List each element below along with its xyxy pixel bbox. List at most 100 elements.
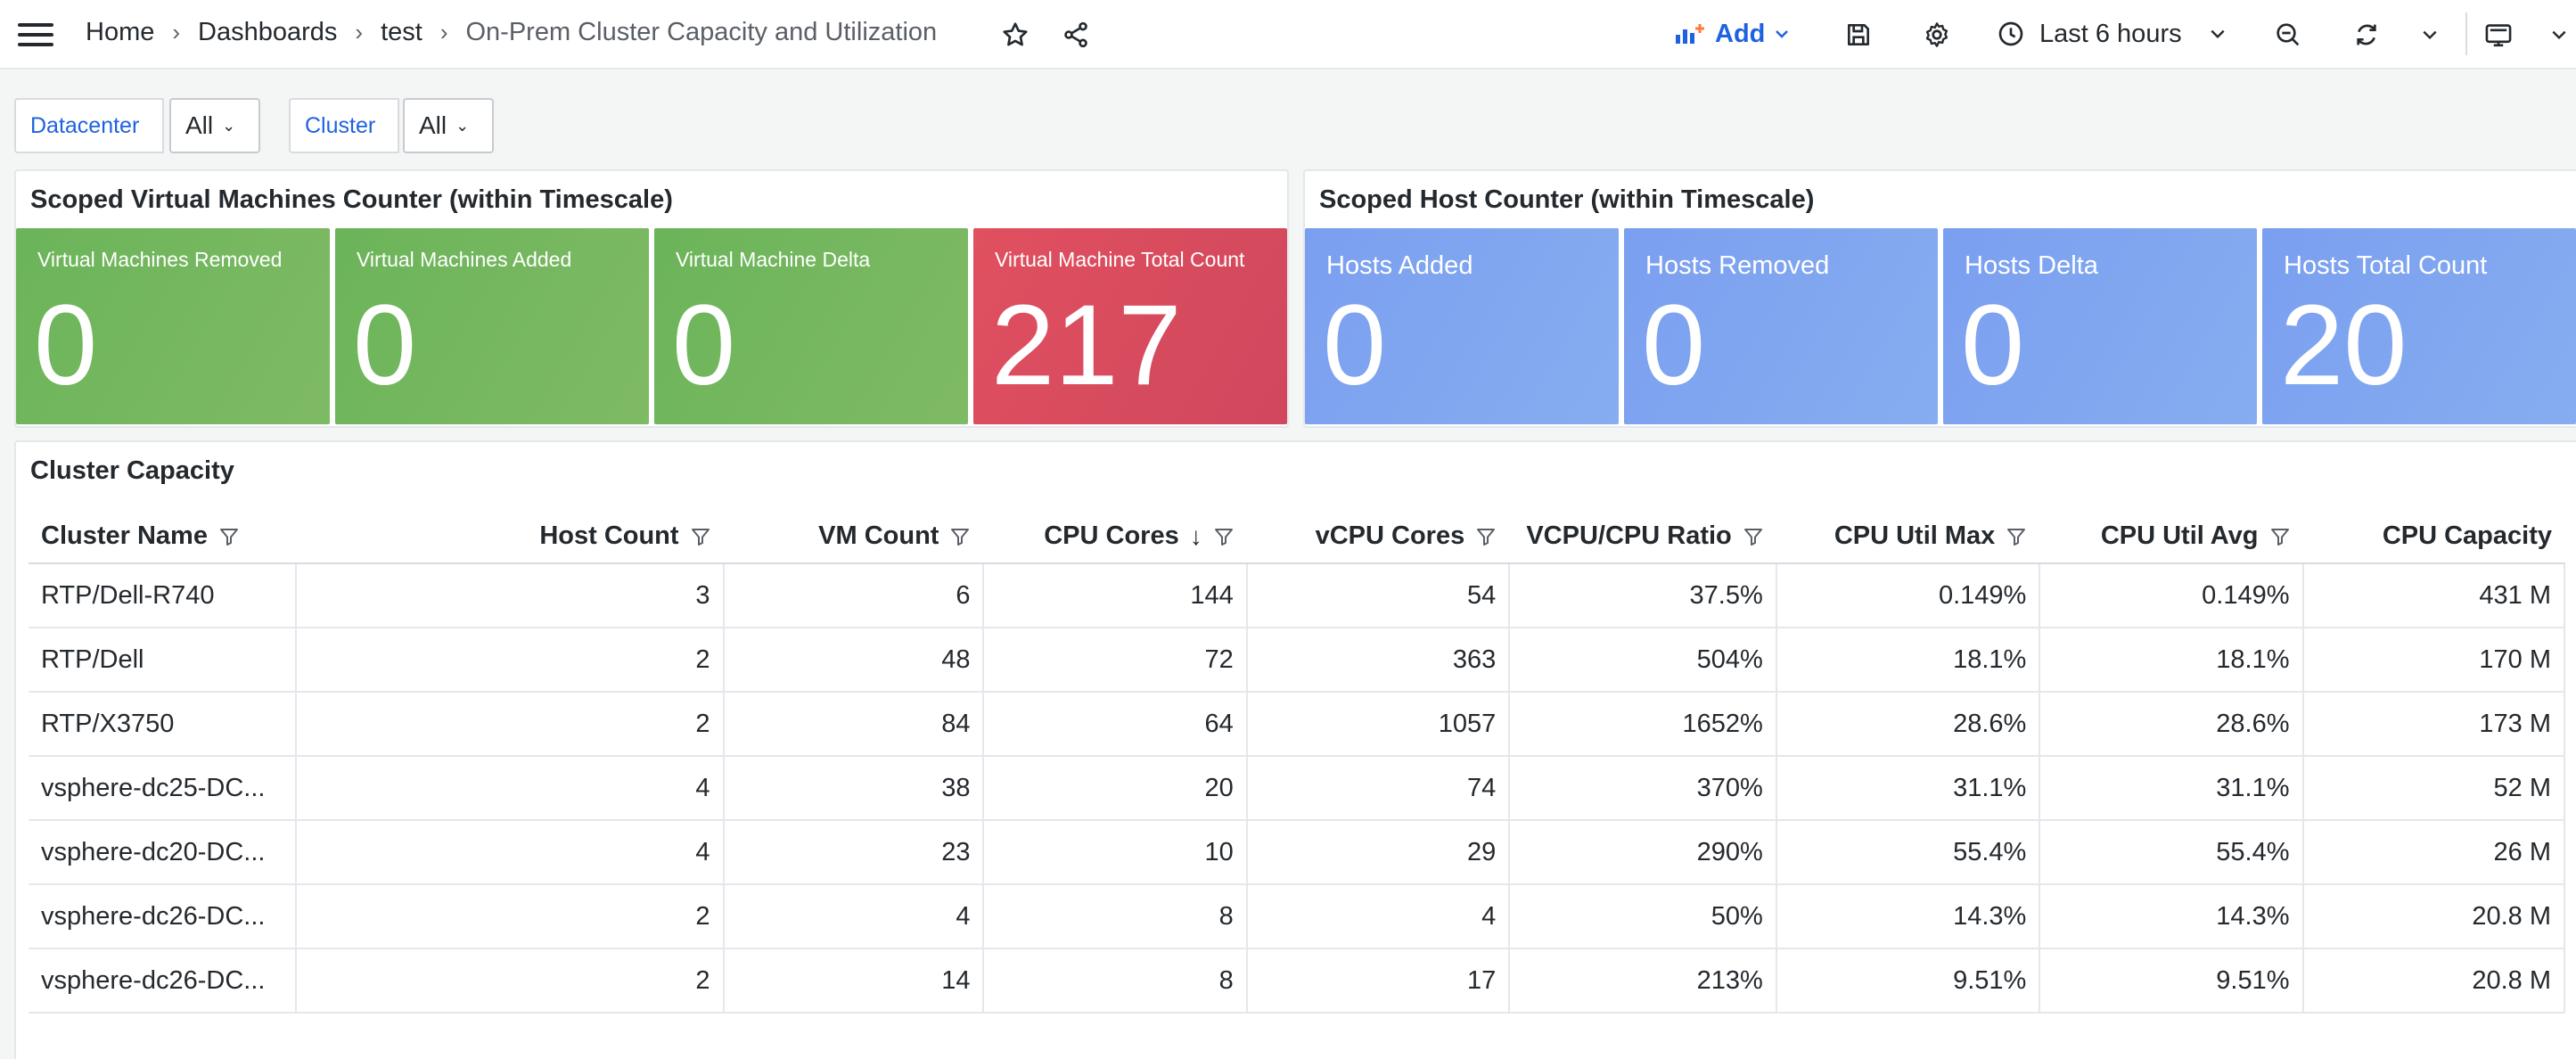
stat-hosts-total[interactable]: Hosts Total Count 20	[2262, 228, 2576, 424]
stat-value: 0	[672, 282, 736, 409]
cell-vcpu-cores: 4	[1246, 884, 1511, 949]
cell-cpu-cores: 20	[983, 756, 1248, 821]
table-row[interactable]: RTP/Dell-R740 3 6 144 54 37.5% 0.149% 0.149% 431…	[29, 563, 2565, 628]
sort-descending-icon: ↓	[1189, 522, 1202, 551]
gear-icon[interactable]	[1918, 16, 1956, 53]
share-icon[interactable]	[1057, 16, 1095, 53]
cell-cpu-util-avg: 28.6%	[2039, 692, 2304, 757]
column-header-cpu-capacity[interactable]: CPU Capacity	[2302, 510, 2564, 564]
breadcrumb-dashboards[interactable]: Dashboards	[198, 18, 337, 47]
cell-vcpu-cpu-ratio: 1652%	[1509, 692, 1777, 757]
filter-icon[interactable]	[218, 526, 240, 547]
tv-mode-icon[interactable]	[2480, 16, 2517, 53]
cell-cpu-capacity: 26 M	[2302, 820, 2565, 885]
chevron-down-icon	[2423, 30, 2437, 40]
clock-icon	[1998, 21, 2023, 46]
cell-vm-count: 14	[723, 948, 985, 1014]
panel-title: Scoped Host Counter (within Timescale)	[1319, 185, 1815, 214]
add-button[interactable]: Add	[1674, 16, 1799, 52]
stat-hosts-removed[interactable]: Hosts Removed 0	[1624, 228, 1938, 424]
stat-hosts-added[interactable]: Hosts Added 0	[1305, 228, 1619, 424]
cell-vcpu-cpu-ratio: 290%	[1509, 820, 1777, 885]
menu-icon[interactable]	[18, 23, 53, 46]
filter-icon[interactable]	[1475, 526, 1497, 547]
cell-cluster-name: vsphere-dc20-DC...	[29, 820, 298, 885]
column-header-vcpu-cores[interactable]: vCPU Cores	[1246, 510, 1510, 564]
table-row[interactable]: RTP/Dell 2 48 72 363 504% 18.1% 18.1% 170 M	[29, 628, 2565, 693]
star-icon[interactable]	[997, 16, 1034, 53]
column-label: CPU Util Max	[1834, 521, 1996, 550]
variable-select-cluster[interactable]: All ⌄	[403, 98, 494, 153]
breadcrumb-separator: ›	[172, 19, 181, 45]
stat-vm-total[interactable]: Virtual Machine Total Count 217	[973, 228, 1287, 424]
variable-label-datacenter: Datacenter	[14, 98, 164, 153]
cell-cpu-util-max: 0.149%	[1776, 563, 2041, 628]
refresh-icon[interactable]	[2348, 16, 2385, 53]
column-header-cpu-util-max[interactable]: CPU Util Max	[1776, 510, 2040, 564]
panel-title: Cluster Capacity	[30, 456, 234, 485]
filter-icon[interactable]	[2269, 526, 2291, 547]
cell-vm-count: 48	[723, 628, 985, 693]
page-title: On-Prem Cluster Capacity and Utilization	[465, 18, 938, 46]
table-row[interactable]: vsphere-dc25-DC... 4 38 20 74 370% 31.1% 31.1% 5…	[29, 756, 2565, 821]
table-row[interactable]: vsphere-dc26-DC... 2 14 8 17 213% 9.51% 9.51% 20…	[29, 948, 2565, 1014]
column-header-cluster-name[interactable]: Cluster Name	[29, 510, 297, 564]
cell-cluster-name: vsphere-dc26-DC...	[29, 948, 298, 1014]
overflow-menu-icon[interactable]	[2542, 16, 2576, 53]
column-header-vcpu-cpu-ratio[interactable]: VCPU/CPU Ratio	[1509, 510, 1776, 564]
zoom-out-icon[interactable]	[2269, 16, 2307, 53]
column-header-cpu-cores[interactable]: CPU Cores ↓	[983, 510, 1247, 564]
cell-cpu-capacity: 20.8 M	[2302, 948, 2565, 1014]
variable-value-datacenter: All	[185, 111, 214, 139]
table-row[interactable]: vsphere-dc20-DC... 4 23 10 29 290% 55.4% 55.4% 2…	[29, 820, 2565, 885]
breadcrumb: Home › Dashboards › test › On-Prem Clust…	[86, 18, 937, 47]
chevron-down-icon	[2211, 29, 2225, 39]
column-label: vCPU Cores	[1315, 521, 1465, 550]
stat-vm-delta[interactable]: Virtual Machine Delta 0	[654, 228, 968, 424]
variable-label-cluster: Cluster	[289, 98, 399, 153]
stat-vm-added[interactable]: Virtual Machines Added 0	[335, 228, 649, 424]
column-label: CPU Capacity	[2382, 521, 2552, 550]
cell-cpu-cores: 8	[983, 884, 1248, 949]
cell-cpu-util-max: 31.1%	[1776, 756, 2041, 821]
refresh-interval-dropdown[interactable]	[2414, 16, 2446, 53]
table-header-row: Cluster Name Host Count VM Count CPU Cor…	[29, 510, 2564, 564]
column-header-host-count[interactable]: Host Count	[296, 510, 724, 564]
cell-vcpu-cpu-ratio: 50%	[1509, 884, 1777, 949]
cell-vm-count: 6	[723, 563, 985, 628]
breadcrumb-home[interactable]: Home	[86, 18, 154, 47]
column-header-vm-count[interactable]: VM Count	[723, 510, 984, 564]
cell-vcpu-cores: 74	[1246, 756, 1511, 821]
cell-cluster-name: RTP/Dell	[29, 628, 298, 693]
cell-host-count: 2	[296, 628, 725, 693]
cell-vm-count: 4	[723, 884, 985, 949]
column-header-cpu-util-avg[interactable]: CPU Util Avg	[2039, 510, 2303, 564]
cell-vcpu-cpu-ratio: 370%	[1509, 756, 1777, 821]
stat-value: 0	[1961, 282, 2025, 409]
table-row[interactable]: RTP/X3750 2 84 64 1057 1652% 28.6% 28.6% 173 M	[29, 692, 2565, 757]
time-range-picker[interactable]: Last 6 hours	[1997, 16, 2227, 52]
filter-icon[interactable]	[1213, 526, 1235, 547]
cell-vcpu-cores: 17	[1246, 948, 1511, 1014]
cell-cpu-util-avg: 55.4%	[2039, 820, 2304, 885]
stat-label: Virtual Machine Total Count	[995, 248, 1245, 271]
stat-hosts-delta[interactable]: Hosts Delta 0	[1943, 228, 2257, 424]
cell-cpu-util-max: 28.6%	[1776, 692, 2041, 757]
filter-icon[interactable]	[2006, 526, 2027, 547]
cell-cpu-util-avg: 14.3%	[2039, 884, 2304, 949]
cell-cpu-util-max: 9.51%	[1776, 948, 2041, 1014]
table-body: RTP/Dell-R740 3 6 144 54 37.5% 0.149% 0.149% 431…	[29, 563, 2565, 1014]
cell-host-count: 3	[296, 563, 725, 628]
filter-icon[interactable]	[949, 526, 971, 547]
table-row[interactable]: vsphere-dc26-DC... 2 4 8 4 50% 14.3% 14.3% 20.8 …	[29, 884, 2565, 949]
breadcrumb-folder[interactable]: test	[381, 18, 422, 47]
save-icon[interactable]	[1840, 16, 1877, 53]
add-button-label: Add	[1715, 19, 1766, 48]
filter-icon[interactable]	[1743, 526, 1764, 547]
variable-select-datacenter[interactable]: All ⌄	[169, 98, 260, 153]
filter-icon[interactable]	[690, 526, 711, 547]
stat-vm-removed[interactable]: Virtual Machines Removed 0	[16, 228, 330, 424]
cell-vcpu-cpu-ratio: 504%	[1509, 628, 1777, 693]
cell-cpu-util-avg: 0.149%	[2039, 563, 2304, 628]
top-navbar: Home › Dashboards › test › On-Prem Clust…	[0, 0, 2576, 70]
